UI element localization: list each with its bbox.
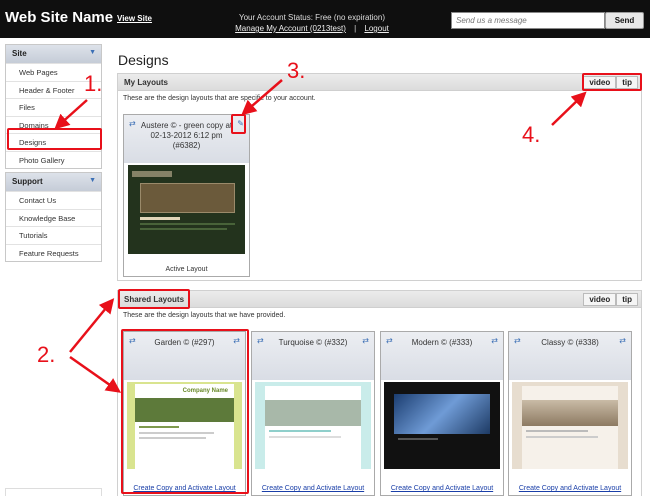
arrow-1: [54, 99, 88, 130]
callout-arrows: [54, 79, 587, 393]
arrow-4: [551, 91, 587, 126]
arrow-2a: [69, 298, 115, 353]
arrow-3: [241, 79, 283, 116]
arrow-2b: [69, 355, 122, 393]
